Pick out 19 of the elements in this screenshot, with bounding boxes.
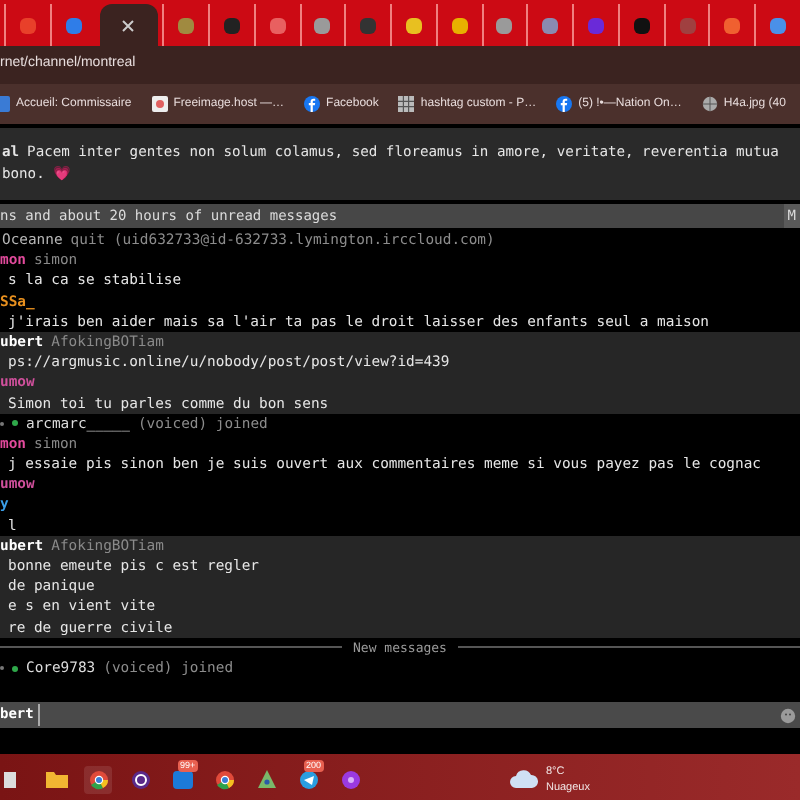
facebook-icon (304, 96, 321, 112)
folder-icon (45, 768, 67, 790)
facebook-icon (556, 96, 573, 112)
podcast-icon (339, 768, 361, 790)
sail-icon (255, 768, 277, 790)
grid-icon (398, 96, 415, 112)
voice-icon (12, 665, 18, 672)
taskbar-app[interactable] (336, 765, 364, 793)
close-icon[interactable] (120, 17, 137, 33)
voice-icon (12, 420, 18, 427)
browser-tab[interactable] (99, 4, 159, 46)
taskbar-app[interactable] (126, 765, 154, 793)
taskbar-app[interactable] (84, 765, 112, 793)
sync-icon (129, 768, 151, 790)
emoji-icon[interactable] (780, 707, 796, 723)
image-icon (151, 96, 168, 112)
taskbar-app[interactable] (210, 765, 238, 793)
globe-icon (701, 96, 718, 112)
cloud-icon (509, 770, 538, 788)
